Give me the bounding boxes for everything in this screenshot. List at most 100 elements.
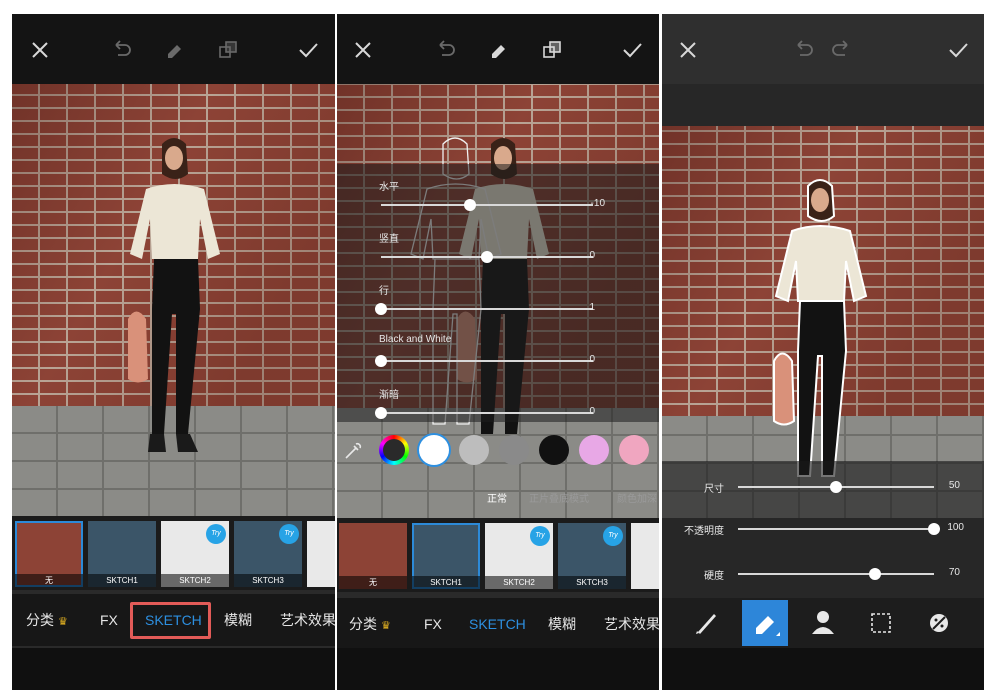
slider-knob-horizontal[interactable] <box>464 199 477 211</box>
try-badge: Try <box>279 524 299 544</box>
slider-value-opacity: 100 <box>947 522 964 533</box>
bottom-bar <box>12 648 335 690</box>
tab-blur[interactable]: 模糊 <box>548 598 576 650</box>
tab-blur[interactable]: 模糊 <box>224 594 252 646</box>
slider-label-rows: 行 <box>379 286 389 297</box>
tab-fx[interactable]: FX <box>100 594 118 646</box>
sketch-settings-overlay: 水平 -10 竖直 0 行 1 Black and White 0 渐暗 0 <box>337 164 659 422</box>
sketch-tab-highlight <box>130 602 211 639</box>
slider-value-horizontal: -10 <box>590 198 605 209</box>
effect-thumb-sktch1[interactable]: SKTCH1 <box>412 523 480 589</box>
editor-panel-eraser: 尺寸 50 不透明度 100 硬度 70 <box>662 14 984 690</box>
eraser-icon[interactable] <box>742 600 788 646</box>
thumb-label: 无 <box>339 576 407 589</box>
color-swatch-lilac[interactable] <box>579 435 609 465</box>
photo-canvas[interactable] <box>12 84 335 516</box>
effect-thumb-partial[interactable] <box>307 521 335 587</box>
slider-opacity[interactable] <box>738 528 934 530</box>
thumb-label: SKTCH2 <box>485 576 553 589</box>
slider-value-vertical: 0 <box>589 250 595 261</box>
tab-category[interactable]: 分类 ♛ <box>349 598 391 650</box>
slider-knob-bw[interactable] <box>375 355 387 367</box>
undo-icon[interactable] <box>789 36 817 64</box>
apply-check-icon[interactable] <box>618 36 646 64</box>
effect-thumb-none[interactable]: 无 <box>15 521 83 587</box>
slider-value-bw: 0 <box>589 354 595 365</box>
try-badge: Try <box>530 526 550 546</box>
blend-mode-row: 正常 正片叠底模式 颜色加深 <box>337 484 659 510</box>
eraser-icon[interactable] <box>484 36 512 64</box>
top-toolbar <box>12 14 335 84</box>
mask-tool-row <box>662 598 984 648</box>
editor-panel-original: 无 SKTCH1 Try SKTCH2 Try SKTCH3 分类 ♛ FX SK… <box>12 14 335 690</box>
effect-thumbnail-strip: 无 SKTCH1 Try SKTCH2 Try SKTCH3 <box>337 518 659 592</box>
effect-thumb-sktch3[interactable]: Try SKTCH3 <box>234 521 302 587</box>
tab-label: 分类 <box>349 616 377 632</box>
slider-label-vertical: 竖直 <box>379 234 399 245</box>
slider-label-opacity: 不透明度 <box>684 526 724 537</box>
blend-mode-multiply[interactable]: 正片叠底模式 <box>529 490 589 505</box>
slider-label-size: 尺寸 <box>704 484 724 495</box>
slider-value-hardness: 70 <box>948 567 960 578</box>
tab-sketch[interactable]: SKETCH <box>469 598 526 650</box>
undo-icon[interactable] <box>431 36 459 64</box>
thumb-label: SKTCH3 <box>558 576 626 589</box>
brush-icon[interactable] <box>684 600 730 646</box>
tab-artistic[interactable]: 艺术效果 <box>280 594 335 646</box>
category-tabs: 分类 ♛ FX SKETCH 模糊 艺术效果 <box>12 594 335 646</box>
color-swatch-row <box>337 430 659 470</box>
slider-knob-vertical[interactable] <box>481 251 493 263</box>
blend-mode-color-burn[interactable]: 颜色加深 <box>617 490 657 505</box>
close-icon[interactable] <box>26 36 54 64</box>
eraser-icon[interactable] <box>160 36 188 64</box>
tab-artistic[interactable]: 艺术效果 <box>604 598 659 650</box>
effect-thumb-sktch3[interactable]: Try SKTCH3 <box>558 523 626 589</box>
apply-check-icon[interactable] <box>944 36 972 64</box>
selection-icon[interactable] <box>858 600 904 646</box>
color-swatch-white[interactable] <box>419 435 449 465</box>
undo-icon[interactable] <box>107 36 135 64</box>
photo-canvas[interactable]: 水平 -10 竖直 0 行 1 Black and White 0 渐暗 0 正… <box>337 84 659 518</box>
effect-thumb-sktch1[interactable]: SKTCH1 <box>88 521 156 587</box>
top-toolbar <box>662 14 984 84</box>
close-icon[interactable] <box>349 36 377 64</box>
blend-mode-normal[interactable]: 正常 <box>487 490 507 505</box>
slider-knob-fade[interactable] <box>375 407 387 419</box>
effect-thumb-sktch2[interactable]: Try SKTCH2 <box>161 521 229 587</box>
woman-figure <box>116 134 236 474</box>
thumb-label: SKTCH2 <box>161 574 229 587</box>
color-swatch-light-gray[interactable] <box>459 435 489 465</box>
tab-category[interactable]: 分类 ♛ <box>26 594 68 646</box>
layers-icon[interactable] <box>214 36 242 64</box>
close-icon[interactable] <box>674 36 702 64</box>
crown-icon: ♛ <box>58 616 68 628</box>
crown-icon: ♛ <box>381 620 391 632</box>
slider-knob-size[interactable] <box>830 481 842 493</box>
effect-thumbnail-strip: 无 SKTCH1 Try SKTCH2 Try SKTCH3 <box>12 516 335 590</box>
slider-label-fade: 渐暗 <box>379 390 399 401</box>
color-swatch-pink[interactable] <box>619 435 649 465</box>
apply-check-icon[interactable] <box>294 36 322 64</box>
slider-value-fade: 0 <box>589 406 595 417</box>
color-swatch-gray[interactable] <box>499 435 529 465</box>
slider-hardness[interactable] <box>738 573 934 575</box>
color-wheel-swatch[interactable] <box>379 435 409 465</box>
person-icon[interactable] <box>800 600 846 646</box>
tab-fx[interactable]: FX <box>424 598 442 650</box>
category-tabs: 分类 ♛ FX SKETCH 模糊 艺术效果 <box>337 598 659 650</box>
slider-horizontal[interactable] <box>381 204 593 206</box>
eyedropper-icon[interactable] <box>343 439 363 461</box>
color-swatch-black[interactable] <box>539 435 569 465</box>
photo-canvas[interactable] <box>662 126 984 518</box>
redo-icon[interactable] <box>828 36 856 64</box>
effect-thumb-none[interactable]: 无 <box>339 523 407 589</box>
bottom-bar <box>662 648 984 690</box>
effect-thumb-partial[interactable] <box>631 523 659 589</box>
slider-knob-rows[interactable] <box>375 303 387 315</box>
thumb-label: SKTCH1 <box>88 574 156 587</box>
editor-panel-sketch-settings: 水平 -10 竖直 0 行 1 Black and White 0 渐暗 0 正… <box>337 14 659 690</box>
layers-icon[interactable] <box>538 36 566 64</box>
slider-knob-hardness[interactable] <box>869 568 882 580</box>
invert-icon[interactable] <box>916 600 962 646</box>
effect-thumb-sktch2[interactable]: Try SKTCH2 <box>485 523 553 589</box>
